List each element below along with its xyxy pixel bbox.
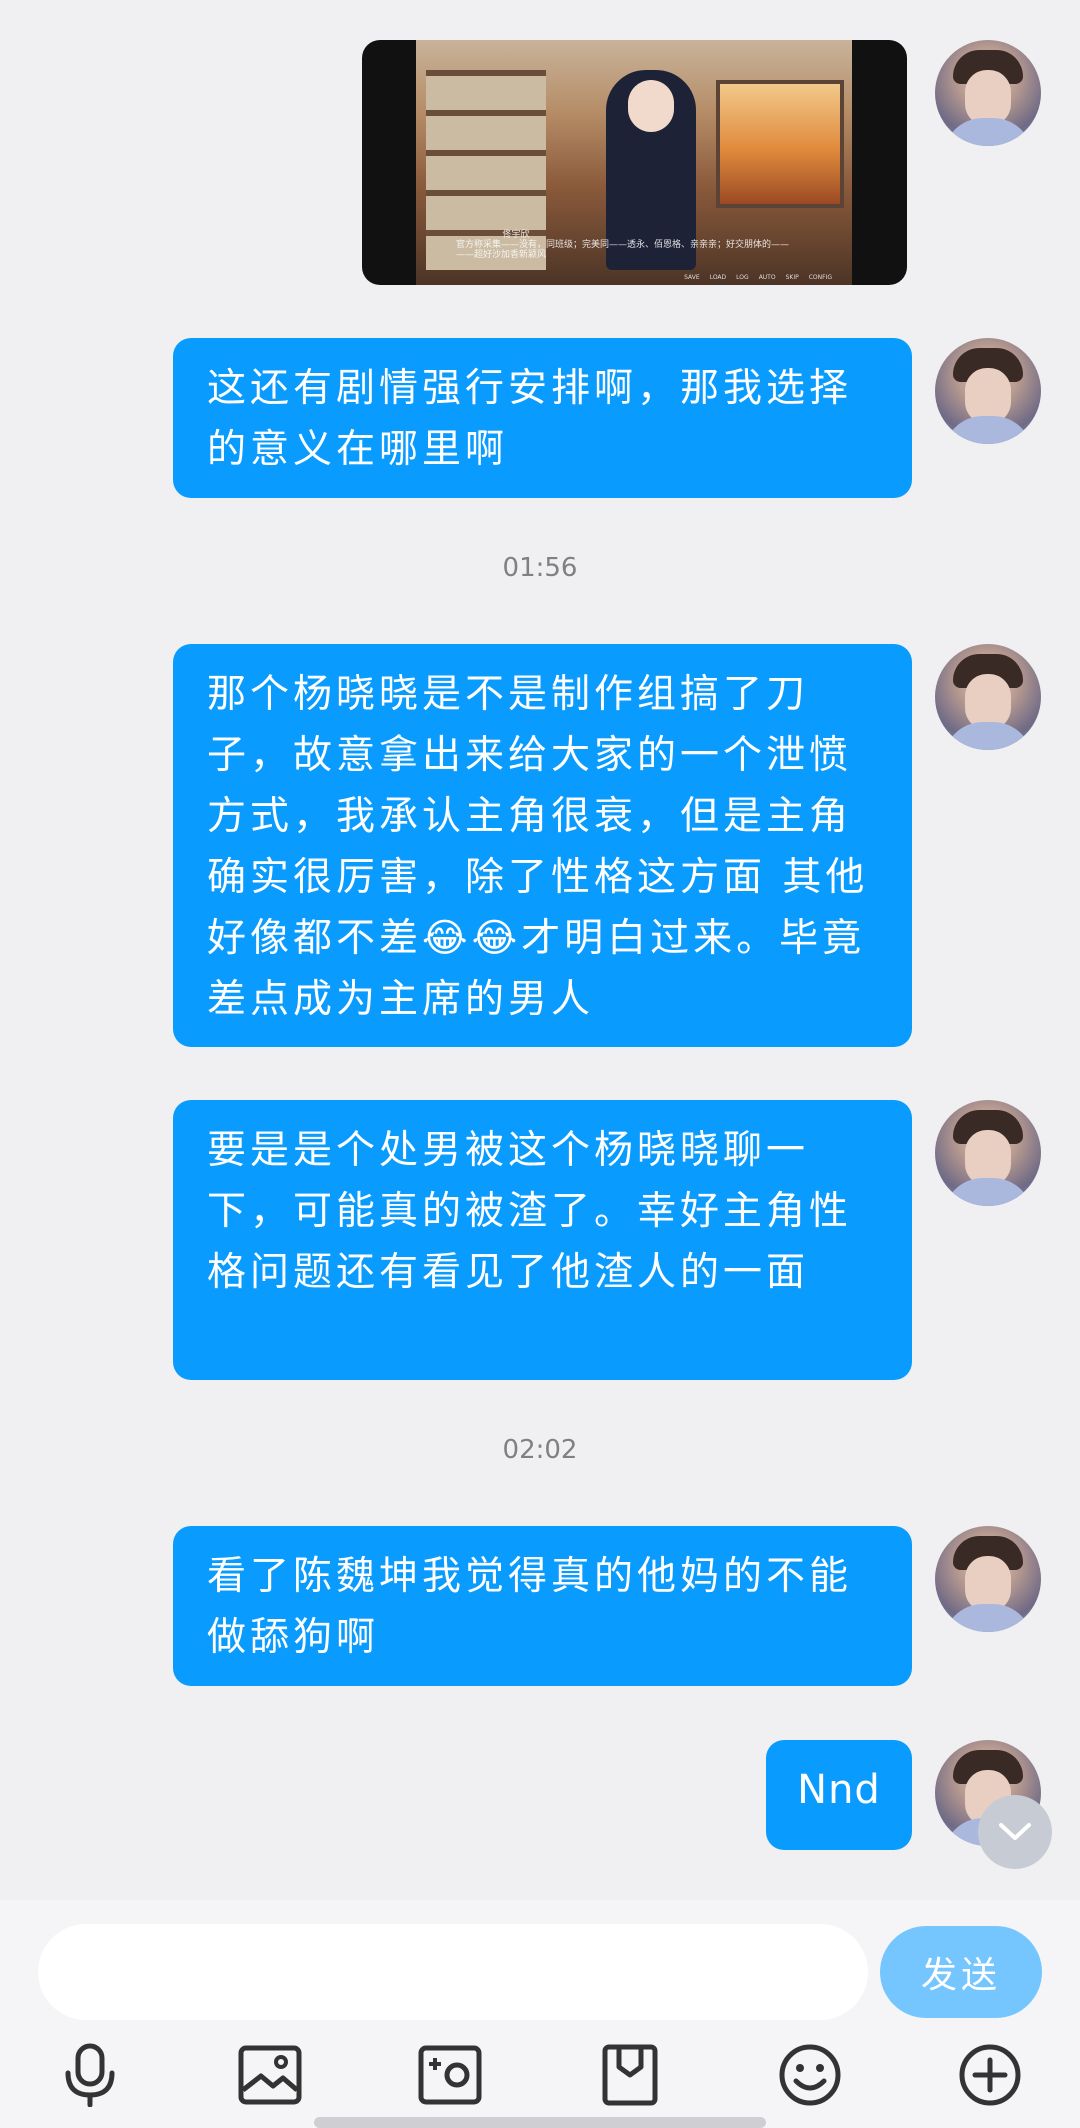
image-message[interactable]: 佟宇欣 官方称采集——没有，同班级；完美同——透永、佰恩格、亲亲亲；好交朋体的—… (362, 40, 907, 285)
image-caption-line: 佟宇欣 (502, 230, 530, 240)
timestamp: 02:02 (502, 1435, 578, 1465)
image-caption-line: 官方称采集——没有，同班级；完美同——透永、佰恩格、亲亲亲；好交朋体的—— (456, 240, 790, 250)
image-button[interactable] (235, 2040, 305, 2110)
image-icon (238, 2045, 302, 2105)
message-bubble[interactable]: 看了陈魏坤我觉得真的他妈的不能做舔狗啊 (173, 1526, 912, 1686)
message-text: 那个杨晓晓是不是制作组搞了刀子，故意拿出来给大家的一个泄愤方式，我承认主角很衰，… (207, 672, 869, 1022)
avatar[interactable] (935, 338, 1041, 444)
message-bubble[interactable]: Nnd (766, 1740, 912, 1850)
avatar[interactable] (935, 1526, 1041, 1632)
avatar[interactable] (935, 644, 1041, 750)
chat-area[interactable]: 佟宇欣 官方称采集——没有，同班级；完美同——透永、佰恩格、亲亲亲；好交朋体的—… (0, 0, 1080, 1900)
message-bubble[interactable]: 要是是个处男被这个杨晓晓聊一下，可能真的被渣了。幸好主角性格问题还有看见了他渣人… (173, 1100, 912, 1380)
image-menu-item: LOG (736, 274, 749, 281)
send-button[interactable]: 发送 (880, 1926, 1042, 2018)
game-screenshot: 佟宇欣 官方称采集——没有，同班级；完美同——透永、佰恩格、亲亲亲；好交朋体的—… (416, 40, 852, 285)
image-menu-item: SAVE (684, 274, 700, 281)
message-bubble[interactable]: 那个杨晓晓是不是制作组搞了刀子，故意拿出来给大家的一个泄愤方式，我承认主角很衰，… (173, 644, 912, 1047)
message-input[interactable] (38, 1924, 868, 2020)
message-text: 这还有剧情强行安排啊，那我选择的意义在哪里啊 (207, 366, 853, 472)
home-indicator[interactable] (314, 2117, 766, 2128)
image-menu-item: AUTO (758, 274, 776, 281)
more-button[interactable] (955, 2040, 1025, 2110)
composer-bar: 发送 (0, 1900, 1080, 2128)
avatar[interactable] (935, 1100, 1041, 1206)
image-caption-line: ——超好沙加香新颍风 (456, 250, 547, 260)
chevron-down-icon (999, 1823, 1031, 1840)
camera-icon (418, 2045, 482, 2105)
image-menu-item: SKIP (785, 274, 799, 281)
timestamp: 01:56 (502, 553, 578, 583)
microphone-icon (65, 2043, 115, 2107)
message-text: 看了陈魏坤我觉得真的他妈的不能做舔狗啊 (207, 1554, 853, 1660)
emoji-icon (779, 2044, 841, 2106)
file-icon (602, 2044, 658, 2106)
image-menu-item: LOAD (709, 274, 727, 281)
message-text: Nnd (797, 1767, 881, 1813)
message-text: 要是是个处男被这个杨晓晓聊一下，可能真的被渣了。幸好主角性格问题还有看见了他渣人… (207, 1128, 853, 1295)
plus-icon (959, 2044, 1021, 2106)
image-menu-item: CONFIG (808, 274, 832, 281)
microphone-button[interactable] (55, 2040, 125, 2110)
emoji-button[interactable] (775, 2040, 845, 2110)
file-button[interactable] (595, 2040, 665, 2110)
camera-button[interactable] (415, 2040, 485, 2110)
avatar[interactable] (935, 40, 1041, 146)
message-bubble[interactable]: 这还有剧情强行安排啊，那我选择的意义在哪里啊 (173, 338, 912, 498)
scroll-down-button[interactable] (978, 1795, 1052, 1869)
